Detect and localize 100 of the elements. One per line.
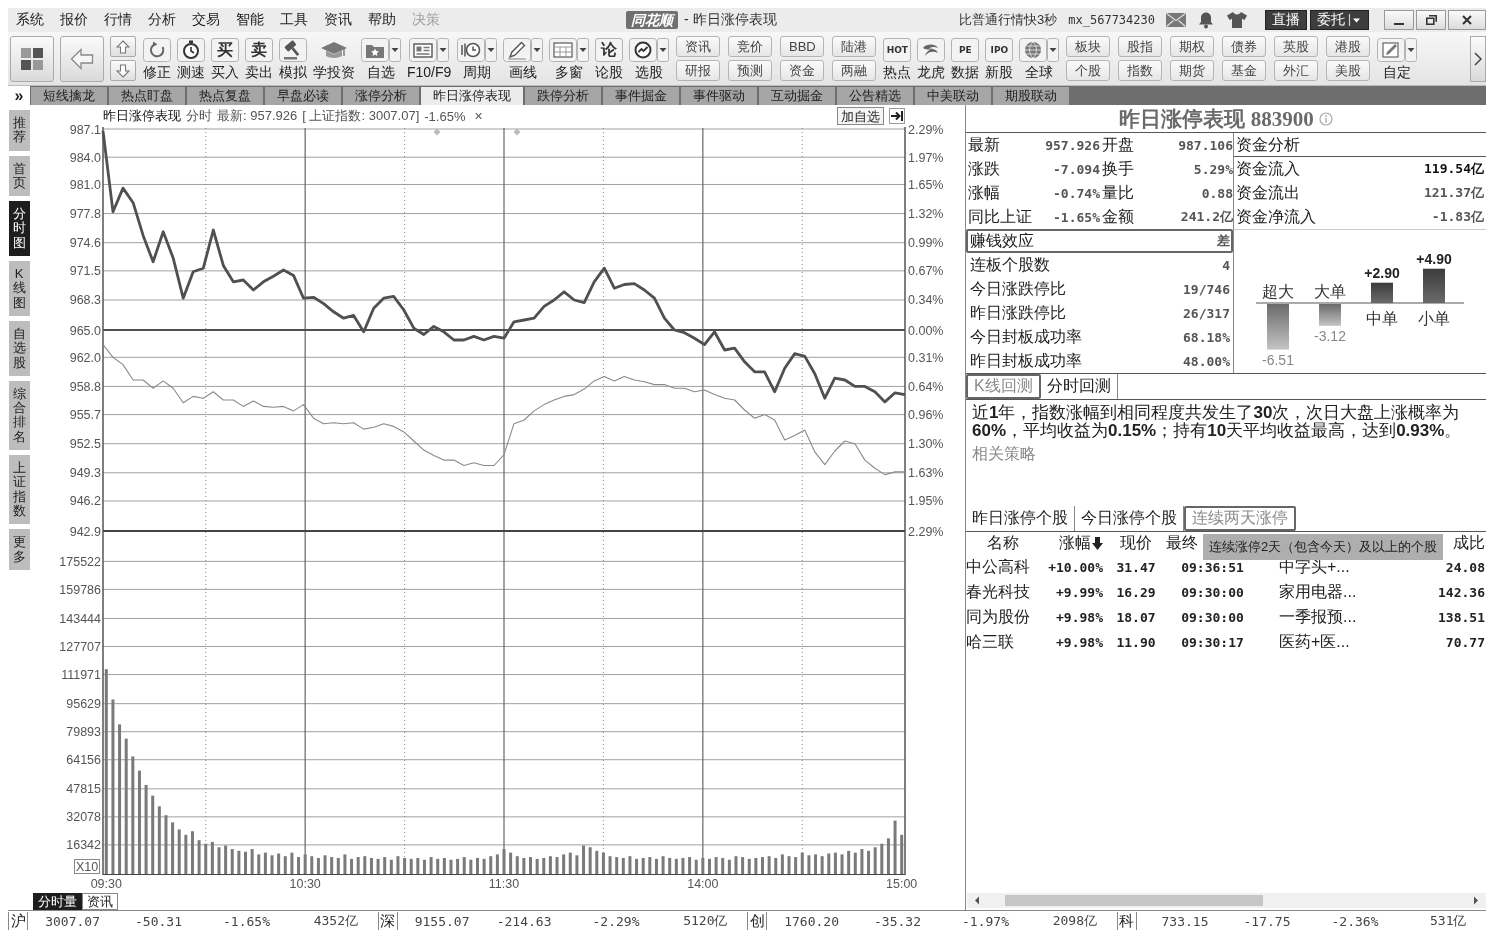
side-tab[interactable]: 更多	[8, 529, 30, 570]
stat-row[interactable]: 今日封板成功率 68.18%	[966, 325, 1233, 349]
column-header[interactable]: 名称	[966, 533, 1040, 554]
toolbar-button[interactable]: 测速	[176, 37, 206, 80]
menu-item[interactable]: 行情	[96, 11, 140, 29]
down-button[interactable]	[110, 60, 136, 81]
tab[interactable]: 资讯	[82, 893, 118, 910]
toolbar-button[interactable]: 两融	[832, 60, 877, 81]
strategy-link[interactable]: 相关策略	[972, 444, 1036, 465]
toolbar-button[interactable]: BBD	[780, 36, 825, 57]
tab[interactable]: 事件掘金	[603, 87, 679, 105]
bell-icon[interactable]	[1197, 11, 1215, 29]
toolbar-button[interactable]: 基金	[1222, 60, 1267, 81]
back-button[interactable]	[60, 35, 104, 82]
expand-button[interactable]: »	[8, 86, 30, 105]
arrow-to-bar-icon[interactable]	[889, 108, 905, 124]
toolbar-button[interactable]: 龙虎	[916, 37, 947, 80]
side-tab[interactable]: K线图	[8, 261, 30, 316]
toolbar-button[interactable]: 学投资	[312, 37, 356, 80]
toolbar-button[interactable]: 多窗	[548, 37, 591, 80]
stat-row[interactable]: 连板个股数 4	[966, 253, 1233, 277]
shirt-icon[interactable]	[1226, 11, 1248, 29]
side-tab[interactable]: 推荐	[8, 110, 30, 151]
tab[interactable]: 中美联动	[915, 87, 991, 105]
tab[interactable]: 涨停分析	[343, 87, 419, 105]
tab[interactable]: K线回测	[966, 374, 1041, 399]
side-tab[interactable]: 自选股	[8, 320, 30, 376]
header-button[interactable]: 直播	[1265, 10, 1307, 30]
more-button[interactable]	[1470, 35, 1486, 82]
toolbar-button[interactable]: 资金	[780, 60, 825, 81]
side-tab[interactable]: 综合排名	[8, 380, 30, 451]
diamond-marker-icon[interactable]	[433, 128, 441, 136]
diamond-marker-icon[interactable]	[513, 128, 521, 136]
toolbar-button[interactable]: F10/F9	[406, 37, 453, 80]
stat-row[interactable]: 昨日涨跌停比 26/317	[966, 301, 1233, 325]
toolbar-button[interactable]: 买 买入	[210, 37, 240, 80]
side-tab[interactable]: 上证指数	[8, 455, 30, 525]
toolbar-button[interactable]: 修正	[142, 37, 172, 80]
close-button[interactable]: ×	[470, 108, 487, 124]
toolbar-button[interactable]: 债券	[1222, 36, 1267, 57]
toolbar-button[interactable]: 期货	[1170, 60, 1215, 81]
toolbar-button[interactable]: 美股	[1326, 60, 1371, 81]
close-button[interactable]	[1448, 10, 1486, 30]
username[interactable]: mx_567734230	[1068, 13, 1155, 27]
tab[interactable]: 短线擒龙	[31, 87, 107, 105]
tab[interactable]: 连续两天涨停	[1184, 506, 1296, 531]
toolbar-button[interactable]: 自选	[360, 37, 402, 80]
add-watchlist-button[interactable]: 加自选	[837, 107, 884, 125]
tab[interactable]: 公告精选	[837, 87, 913, 105]
tab[interactable]: 早盘必读	[265, 87, 341, 105]
up-button[interactable]	[110, 36, 136, 57]
menu-item[interactable]: 帮助	[360, 11, 404, 29]
tab[interactable]: 热点盯盘	[109, 87, 185, 105]
toolbar-button[interactable]: 期权	[1170, 36, 1215, 57]
menu-item[interactable]: 资讯	[316, 11, 360, 29]
column-header[interactable]: 涨幅	[1040, 533, 1106, 554]
menu-item[interactable]: 智能	[228, 11, 272, 29]
toolbar-button[interactable]: 选股	[628, 37, 671, 80]
toolbar-button[interactable]: 外汇	[1274, 60, 1319, 81]
layout-button[interactable]	[10, 35, 54, 82]
tab[interactable]: 热点复盘	[187, 87, 263, 105]
toolbar-button[interactable]: PE 数据	[950, 37, 981, 80]
toolbar-button[interactable]: 卖 卖出	[244, 37, 274, 80]
toolbar-button[interactable]: 研报	[676, 60, 721, 81]
toolbar-button[interactable]: 指数	[1118, 60, 1163, 81]
stat-row[interactable]: 今日涨跌停比 19/746	[966, 277, 1233, 301]
toolbar-button[interactable]: 港股	[1326, 36, 1371, 57]
toolbar-button[interactable]: IPO 新股	[984, 37, 1015, 80]
toolbar-button[interactable]: 自定	[1376, 37, 1419, 80]
info-icon[interactable]	[1318, 111, 1333, 126]
toolbar-button[interactable]: HOT 热点	[882, 37, 913, 80]
minimize-button[interactable]	[1384, 10, 1414, 30]
toolbar-button[interactable]: 股指	[1118, 36, 1163, 57]
toolbar-button[interactable]: 个股	[1066, 60, 1111, 81]
stat-row[interactable]: 昨日封板成功率 48.00%	[966, 349, 1233, 373]
mail-icon[interactable]	[1166, 13, 1186, 27]
column-header[interactable]: 现价	[1106, 533, 1166, 554]
toolbar-button[interactable]: 资讯	[676, 36, 721, 57]
menu-item[interactable]: 分析	[140, 11, 184, 29]
tab[interactable]: 分时量	[33, 893, 82, 910]
header-button[interactable]: 委托	[1310, 10, 1369, 30]
tab[interactable]: 昨日涨停表现	[421, 87, 523, 105]
toolbar-button[interactable]: 周期	[456, 37, 499, 80]
toolbar-button[interactable]: 画线	[502, 37, 545, 80]
menu-item[interactable]: 工具	[272, 11, 316, 29]
toolbar-button[interactable]: 论 论股	[594, 37, 625, 80]
toolbar-button[interactable]: 全球	[1018, 37, 1061, 80]
toolbar-button[interactable]: 竞价	[728, 36, 773, 57]
menu-item[interactable]: 系统	[8, 11, 52, 29]
restore-button[interactable]	[1416, 10, 1446, 30]
toolbar-button[interactable]: 板块	[1066, 36, 1111, 57]
side-tab[interactable]: 首页	[8, 155, 30, 197]
toolbar-button[interactable]: 预测	[728, 60, 773, 81]
tab[interactable]: 跌停分析	[525, 87, 601, 105]
menu-item[interactable]: 报价	[52, 11, 96, 29]
toolbar-button[interactable]: 英股	[1274, 36, 1319, 57]
tab[interactable]: 互动掘金	[759, 87, 835, 105]
stat-row[interactable]: 赚钱效应 差	[966, 229, 1233, 253]
toolbar-button[interactable]: 陆港	[832, 36, 877, 57]
toolbar-button[interactable]: 模拟	[278, 37, 308, 80]
